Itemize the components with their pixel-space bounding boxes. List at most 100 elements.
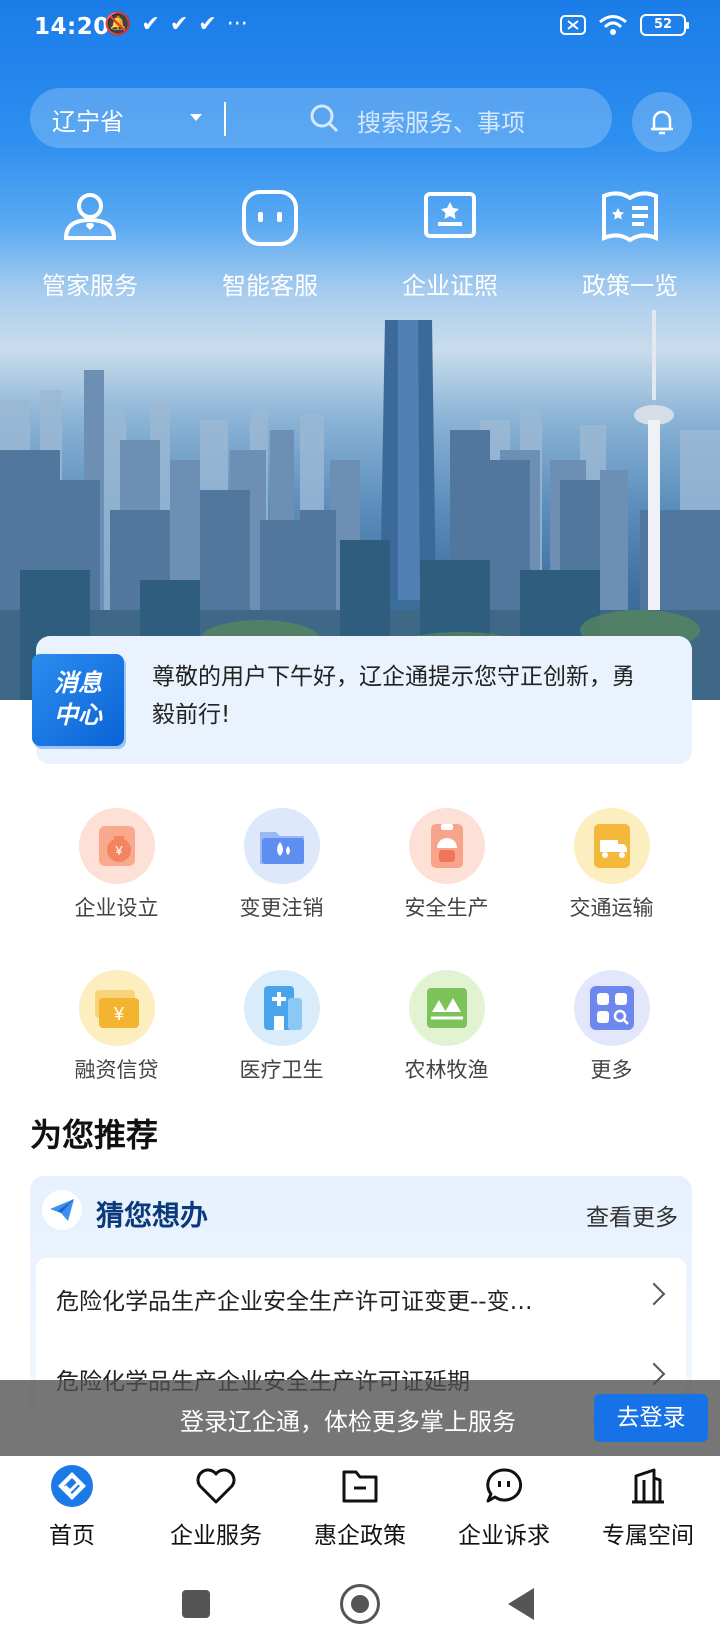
more-icon: ··· [226, 12, 248, 37]
building-icon [632, 1468, 664, 1504]
check-icon: ✔ [198, 12, 217, 37]
sim-icon [560, 15, 586, 35]
check-icon: ✔ [169, 12, 189, 37]
muted-icon: 🔕 [104, 12, 132, 37]
forest-icon [426, 988, 467, 1028]
service-label: 安全生产 [404, 896, 489, 920]
list-item-title: 危险化学品生产企业安全生产许可证变更--变… [56, 1289, 533, 1315]
truck-icon [593, 824, 630, 868]
svg-text:¥: ¥ [114, 843, 123, 858]
recommend-card-title: 猜您想办 [96, 1199, 209, 1232]
top-shortcuts: 管家服务 智能客服 企业证照 政策一览 [0, 186, 720, 301]
search-input[interactable]: 搜索服务、事项 [357, 103, 525, 138]
message-text: 尊敬的用户下午好，辽企通提示您守正创新，勇毅前行! [152, 664, 635, 728]
service-more[interactable]: 更多 [529, 970, 694, 1132]
service-icon-wrap [408, 970, 485, 1046]
service-icon-wrap [243, 970, 320, 1046]
service-grid: ¥ 企业设立 变更注销 安全生产 交通运输 ¥ 融资信贷 医疗卫生 农林牧渔 更… [34, 808, 694, 1132]
tab-policy[interactable]: 惠企政策 [288, 1456, 432, 1560]
service-label: 变更注销 [239, 896, 324, 920]
recent-apps-button[interactable] [182, 1590, 210, 1618]
service-medical[interactable]: 医疗卫生 [199, 970, 364, 1132]
butler-icon [63, 193, 117, 240]
service-label: 企业设立 [74, 896, 159, 920]
search-icon [310, 104, 339, 133]
yuan-wallet-icon: ¥ [94, 990, 139, 1028]
notification-icons: 🔕 ✔ ✔ ✔ ··· [104, 12, 248, 37]
service-icon-wrap: ¥ [78, 970, 155, 1046]
service-company-setup[interactable]: ¥ 企业设立 [34, 808, 199, 970]
list-item[interactable]: 危险化学品生产企业安全生产许可证变更--变… [36, 1258, 686, 1338]
service-icon-wrap: ¥ [78, 808, 155, 884]
tab-label: 惠企政策 [314, 1523, 406, 1549]
grid-more-icon [589, 986, 634, 1030]
service-label: 农林牧渔 [404, 1058, 489, 1082]
service-financing[interactable]: ¥ 融资信贷 [34, 970, 199, 1132]
login-button[interactable]: 去登录 [594, 1394, 708, 1442]
status-time: 14:20 [34, 14, 110, 40]
folder-icon [342, 1470, 378, 1503]
tab-label: 企业诉求 [458, 1523, 550, 1549]
robot-icon [242, 190, 298, 246]
search-bar[interactable]: 辽宁省 搜索服务、事项 [30, 88, 612, 148]
status-bar: 14:20 🔕 ✔ ✔ ✔ ··· 52 [0, 0, 720, 56]
shortcut-ai-service[interactable]: 智能客服 [180, 186, 360, 301]
message-center-badge[interactable]: 消息 中心 [32, 654, 124, 746]
service-label: 医疗卫生 [239, 1058, 324, 1082]
tab-label: 首页 [49, 1523, 95, 1549]
tab-space[interactable]: 专属空间 [576, 1456, 720, 1560]
service-transport[interactable]: 交通运输 [529, 808, 694, 970]
shortcut-label: 管家服务 [42, 272, 138, 300]
policy-book-icon [602, 191, 658, 243]
shortcut-certificate[interactable]: 企业证照 [360, 186, 540, 301]
back-button[interactable] [508, 1588, 534, 1620]
service-agriculture[interactable]: 农林牧渔 [364, 970, 529, 1132]
login-banner-text: 登录辽企通，体检更多掌上服务 [180, 1408, 516, 1436]
service-icon-wrap [573, 970, 650, 1046]
heart-icon [196, 1468, 236, 1504]
service-label: 交通运输 [569, 896, 654, 920]
bottom-tab-bar: 首页 企业服务 惠企政策 企业诉求 专属空间 [0, 1456, 720, 1560]
battery-indicator: 52 [640, 14, 689, 36]
tab-home[interactable]: 首页 [0, 1456, 144, 1560]
service-label: 融资信贷 [74, 1058, 159, 1082]
certificate-icon [424, 192, 476, 238]
home-button[interactable] [340, 1584, 380, 1624]
home-logo-icon [51, 1465, 93, 1507]
service-label: 更多 [590, 1058, 633, 1082]
bell-icon [651, 110, 673, 135]
shortcut-label: 企业证照 [402, 272, 498, 300]
shortcut-butler[interactable]: 管家服务 [0, 186, 180, 301]
paper-plane-icon-wrap [42, 1190, 82, 1230]
worker-icon [430, 824, 463, 868]
tab-appeal[interactable]: 企业诉求 [432, 1456, 576, 1560]
view-more-link[interactable]: 查看更多 [586, 1198, 678, 1232]
tab-label: 企业服务 [170, 1523, 262, 1549]
search-divider [224, 102, 226, 136]
service-safety-production[interactable]: 安全生产 [364, 808, 529, 970]
service-icon-wrap [243, 808, 320, 884]
region-selector[interactable]: 辽宁省 [52, 102, 124, 137]
service-icon-wrap [408, 808, 485, 884]
section-title-recommend: 为您推荐 [30, 1116, 159, 1154]
shortcut-policy[interactable]: 政策一览 [540, 186, 720, 301]
system-nav-bar [0, 1560, 720, 1650]
shortcut-label: 智能客服 [222, 272, 318, 300]
medical-icon [263, 986, 302, 1030]
badge-line1: 消息 [54, 669, 102, 697]
tab-enterprise-service[interactable]: 企业服务 [144, 1456, 288, 1560]
paper-plane-icon [50, 1199, 74, 1221]
shortcut-label: 政策一览 [582, 272, 678, 300]
chevron-down-icon[interactable] [190, 114, 202, 121]
service-icon-wrap [573, 808, 650, 884]
service-change-cancel[interactable]: 变更注销 [199, 808, 364, 970]
check-icon: ✔ [141, 12, 160, 37]
login-banner: 登录辽企通，体检更多掌上服务 去登录 [0, 1380, 720, 1456]
folder-drop-icon [259, 832, 304, 864]
chevron-right-icon [642, 1282, 666, 1306]
svg-text:¥: ¥ [112, 1004, 124, 1024]
notification-button[interactable] [632, 92, 692, 152]
tab-label: 专属空间 [602, 1523, 694, 1549]
badge-line2: 中心 [54, 701, 102, 729]
wifi-icon [599, 15, 627, 35]
